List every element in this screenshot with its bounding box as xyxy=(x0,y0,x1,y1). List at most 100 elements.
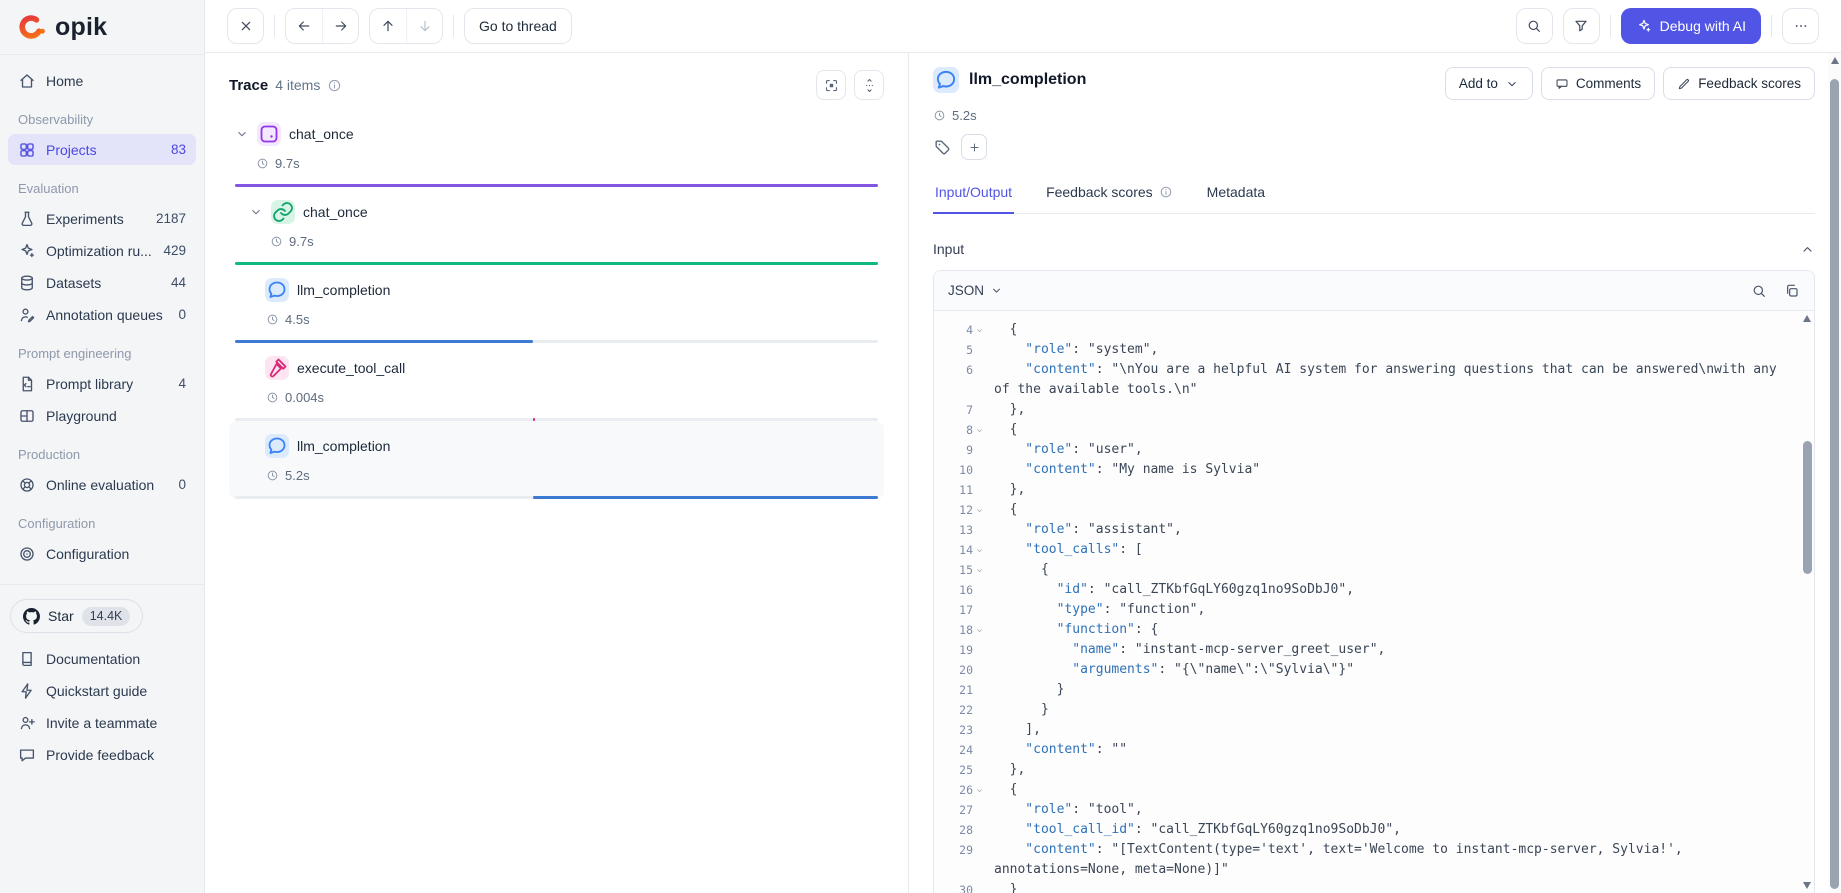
collapse-caret-icon[interactable] xyxy=(973,420,986,440)
sidebar-item-optimization-ru[interactable]: Optimization ru... 429 xyxy=(8,235,196,266)
json-key: "content" xyxy=(1025,462,1096,477)
tag-icon[interactable] xyxy=(933,138,952,157)
collapse-caret-icon[interactable] xyxy=(973,540,986,560)
json-key: "role" xyxy=(1025,802,1073,817)
trace-span-duration: 9.7s xyxy=(235,156,878,171)
logo[interactable]: opik xyxy=(0,0,204,55)
json-key: "role" xyxy=(1025,342,1073,357)
sidebar-section-heading: Production xyxy=(18,447,81,462)
json-line: 28 "tool_call_id": "call_ZTKbfGqLY60gzq1n… xyxy=(944,820,1800,840)
sidebar-item-datasets[interactable]: Datasets 44 xyxy=(8,267,196,298)
scroll-down-arrow-icon[interactable] xyxy=(1803,882,1811,889)
line-number: 28 xyxy=(959,823,973,837)
fit-view-button[interactable] xyxy=(816,70,846,100)
scroll-up-arrow-icon[interactable] xyxy=(1830,57,1839,64)
sidebar-item-projects[interactable]: Projects 83 xyxy=(8,134,196,165)
filter-button[interactable] xyxy=(1562,8,1600,44)
up-button[interactable] xyxy=(370,9,406,43)
json-key: "tool_calls" xyxy=(1025,542,1120,557)
caret-spacer xyxy=(973,460,986,480)
comments-button[interactable]: Comments xyxy=(1540,67,1656,100)
trace-span-5-llm-completion[interactable]: llm_completion 5.2s xyxy=(229,421,884,499)
sidebar-item-invite-a-teammate[interactable]: Invite a teammate xyxy=(8,707,196,738)
zap-icon xyxy=(18,682,36,700)
json-key: "content" xyxy=(1025,842,1096,857)
sidebar-item-provide-feedback[interactable]: Provide feedback xyxy=(8,739,196,770)
json-value: }, xyxy=(1009,482,1026,497)
comments-label: Comments xyxy=(1575,76,1642,91)
scroll-up-arrow-icon[interactable] xyxy=(1803,315,1811,322)
sidebar-item-experiments[interactable]: Experiments 2187 xyxy=(8,203,196,234)
trace-sq-icon xyxy=(257,122,281,146)
sidebar-item-annotation-queues[interactable]: Annotation queues 0 xyxy=(8,299,196,330)
line-number: 11 xyxy=(959,483,973,497)
more-options-button[interactable] xyxy=(1782,8,1819,44)
sidebar-item-online-evaluation[interactable]: Online evaluation 0 xyxy=(8,469,196,500)
forward-button[interactable] xyxy=(322,9,358,43)
json-scroll-track[interactable] xyxy=(1802,325,1812,879)
tab-label: Input/Output xyxy=(935,184,1013,200)
github-star-button[interactable]: Star 14.4K xyxy=(10,599,144,633)
search-icon[interactable] xyxy=(1751,283,1767,299)
trace-span-4-execute-tool-call[interactable]: execute_tool_call 0.004s xyxy=(229,343,884,421)
json-line-content: "tool_call_id": "call_ZTKbfGqLY60gzq1no9… xyxy=(986,820,1800,840)
trace-span-title: chat_once xyxy=(235,200,878,224)
sidebar-item-prompt-library[interactable]: Prompt library 4 xyxy=(8,368,196,399)
tab-metadata[interactable]: Metadata xyxy=(1205,176,1267,214)
close-button[interactable] xyxy=(227,8,264,44)
json-value: : "system", xyxy=(1072,342,1159,357)
page-scroll-track[interactable] xyxy=(1830,67,1839,891)
line-gutter: 10 xyxy=(944,460,986,480)
collapse-caret-icon[interactable] xyxy=(973,620,986,640)
copy-icon[interactable] xyxy=(1784,283,1800,299)
json-scroll-thumb[interactable] xyxy=(1802,441,1812,575)
json-value: { xyxy=(1009,782,1018,797)
json-line-content: "tool_calls": [ xyxy=(986,540,1800,560)
chevron-down-icon[interactable] xyxy=(235,127,249,141)
json-line-content: "content": "\nYou are a helpful AI syste… xyxy=(986,360,1800,400)
tab-feedback-scores[interactable]: Feedback scores xyxy=(1044,176,1175,214)
search-button[interactable] xyxy=(1515,8,1553,44)
sidebar-item-label: Home xyxy=(46,72,84,89)
sidebar-item-configuration[interactable]: Configuration xyxy=(8,538,196,569)
page-scroll-thumb[interactable] xyxy=(1830,79,1839,889)
feedback-scores-button[interactable]: Feedback scores xyxy=(1663,67,1815,100)
page-scrollbar[interactable] xyxy=(1828,53,1841,893)
add-to-button[interactable]: Add to xyxy=(1444,67,1533,100)
add-tag-button[interactable] xyxy=(961,134,987,160)
json-format-select[interactable]: JSON xyxy=(948,283,1003,298)
json-value: }, xyxy=(1009,402,1026,417)
chevron-down-icon[interactable] xyxy=(249,205,263,219)
collapse-caret-icon[interactable] xyxy=(973,780,986,800)
back-button[interactable] xyxy=(286,9,322,43)
sidebar-item-documentation[interactable]: Documentation xyxy=(8,643,196,674)
line-gutter: 15 xyxy=(944,560,986,580)
debug-with-ai-button[interactable]: Debug with AI xyxy=(1620,8,1761,44)
trace-span-1-chat-once[interactable]: chat_once 9.7s xyxy=(229,109,884,187)
input-section-title: Input xyxy=(933,241,965,257)
go-to-thread-button[interactable]: Go to thread xyxy=(464,8,572,44)
collapse-caret-icon[interactable] xyxy=(973,320,986,340)
expand-rows-button[interactable] xyxy=(854,70,884,100)
trace-span-2-chat-once[interactable]: chat_once 9.7s xyxy=(229,187,884,265)
span-duration-text: 5.2s xyxy=(952,108,977,123)
line-number: 30 xyxy=(959,883,973,893)
trace-span-3-llm-completion[interactable]: llm_completion 4.5s xyxy=(229,265,884,343)
line-gutter: 25 xyxy=(944,760,986,780)
tab-input-output[interactable]: Input/Output xyxy=(933,176,1015,214)
collapse-caret-icon[interactable] xyxy=(973,560,986,580)
trace-span-name: chat_once xyxy=(289,126,354,142)
json-scrollbar[interactable] xyxy=(1800,311,1814,893)
sidebar-item-playground[interactable]: Playground xyxy=(8,400,196,431)
info-icon xyxy=(1159,185,1173,199)
down-button[interactable] xyxy=(406,9,442,43)
sidebar-item-quickstart-guide[interactable]: Quickstart guide xyxy=(8,675,196,706)
line-number: 5 xyxy=(966,343,973,357)
sidebar-item-home[interactable]: Home xyxy=(8,65,196,96)
caret-spacer xyxy=(973,740,986,760)
input-section-header[interactable]: Input xyxy=(933,234,1815,264)
star-label: Star xyxy=(48,608,74,624)
json-value: : "assistant", xyxy=(1072,522,1182,537)
collapse-caret-icon[interactable] xyxy=(973,500,986,520)
json-value: : "{\"name\":\"Sylvia\"}" xyxy=(1158,662,1355,677)
